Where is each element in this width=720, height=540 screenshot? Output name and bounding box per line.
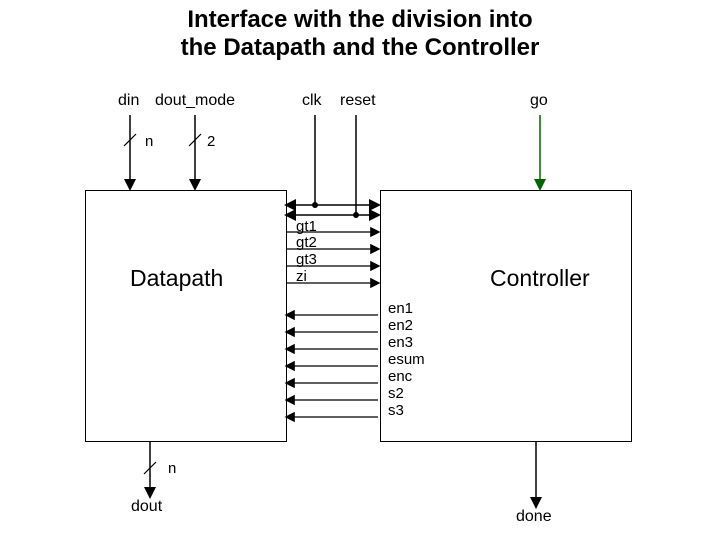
wiring-svg bbox=[0, 0, 720, 540]
